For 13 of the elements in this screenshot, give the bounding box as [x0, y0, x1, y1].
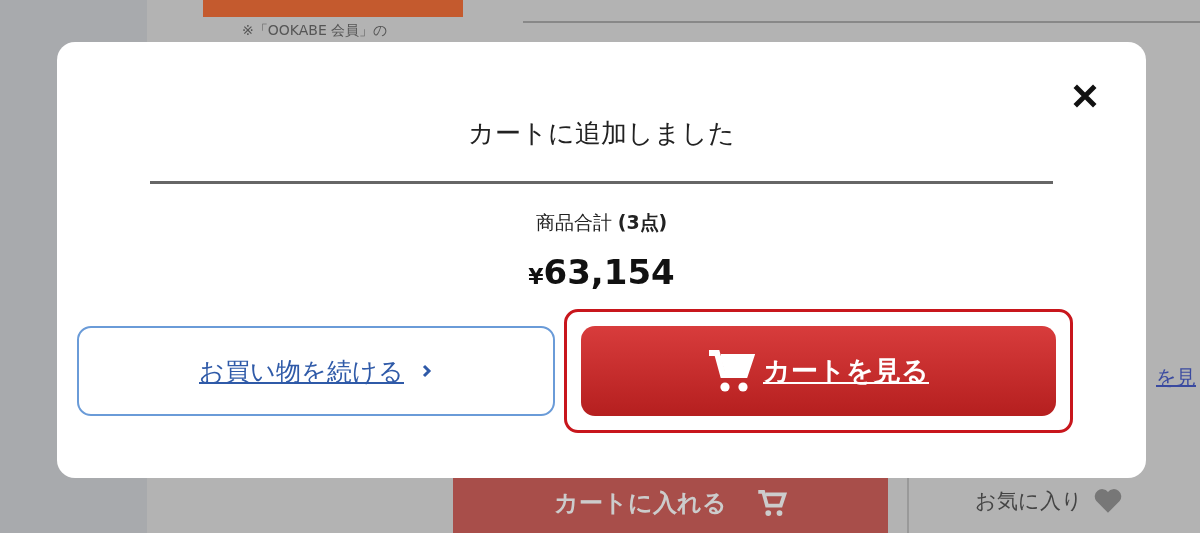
view-cart-button[interactable]: カートを見る — [580, 326, 1056, 416]
close-icon[interactable] — [1072, 83, 1098, 109]
chevron-icon — [422, 364, 432, 378]
continue-shopping-button[interactable]: お買い物を続ける — [76, 326, 555, 416]
total-price: ¥63,154 — [528, 252, 675, 292]
dialog-title: カートに追加しました — [468, 117, 735, 150]
link[interactable]: を見 — [1156, 364, 1196, 391]
subtotal-label: 商品合計 (3点) — [535, 210, 668, 235]
favorite-button[interactable]: お気に入り — [975, 478, 1123, 523]
cart-icon — [757, 488, 787, 518]
heart-icon — [1093, 487, 1123, 514]
member-notice: ※「OOKABE 会員」の — [242, 22, 388, 39]
add-to-cart-button[interactable]: カートに入れる — [453, 478, 888, 533]
